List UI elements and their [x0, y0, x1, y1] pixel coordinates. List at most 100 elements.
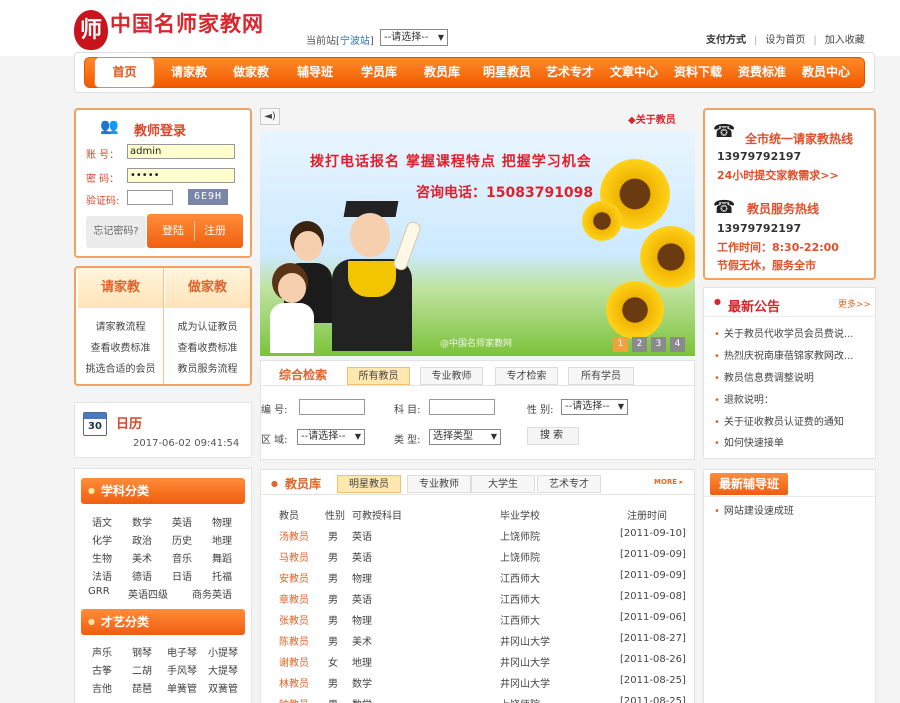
list-item[interactable]: 查看收费标准 [165, 339, 250, 354]
about-teachers-link[interactable]: ◆关于教员 [628, 111, 676, 126]
category-item[interactable]: 单簧管 [167, 680, 197, 695]
category-item[interactable]: 物理 [212, 514, 232, 529]
hotline-number-1[interactable]: 13979792197 [717, 150, 801, 163]
hotline-submit-link[interactable]: 24小时提交家教需求>> [717, 167, 839, 183]
search-button[interactable]: 搜索 [527, 427, 579, 445]
category-item[interactable]: 大提琴 [208, 662, 238, 677]
nav-downloads[interactable]: 资料下载 [667, 58, 729, 87]
tab-star-teachers[interactable]: 明星教员 [337, 475, 401, 493]
teacher-name-link[interactable]: 马教员 [279, 549, 309, 564]
category-item[interactable]: 日语 [172, 568, 192, 583]
payment-link[interactable]: 支付方式 [706, 35, 746, 46]
category-item[interactable]: 化学 [92, 532, 112, 547]
notice-item[interactable]: 退款说明： [714, 391, 864, 406]
notice-item[interactable]: 教员信息费调整说明 [714, 369, 864, 384]
type-select[interactable]: 选择类型 ▼ [429, 429, 501, 445]
more-link[interactable]: MORE ▸ [654, 478, 683, 486]
tab-art-talents[interactable]: 艺术专才 [537, 475, 601, 493]
category-item[interactable]: 英语 [172, 514, 192, 529]
category-item[interactable]: 托福 [212, 568, 232, 583]
tab-all-students[interactable]: 所有学员 [568, 367, 634, 385]
nav-teacher-center[interactable]: 教员中心 [795, 58, 857, 87]
hero-banner[interactable]: 拨打电话报名 掌握课程特点 把握学习机会 咨询电话：15083791098 @中… [260, 131, 695, 356]
nav-star-teachers[interactable]: 明星教员 [476, 58, 538, 87]
category-item[interactable]: 手风琴 [167, 662, 197, 677]
category-item[interactable]: 数学 [132, 514, 152, 529]
login-button[interactable]: 登陆 [162, 214, 184, 248]
site-logo[interactable]: 师 中国名师家教网 [72, 6, 272, 50]
tab-professional-teachers[interactable]: 专业教师 [407, 475, 471, 493]
notice-more-link[interactable]: 更多>> [838, 297, 871, 310]
banner-page-1[interactable]: 1 [613, 337, 628, 352]
list-item[interactable]: 挑选合适的会员 [78, 360, 163, 375]
teacher-name-link[interactable]: 钟教员 [279, 696, 309, 703]
category-item[interactable]: 小提琴 [208, 644, 238, 659]
nav-student-db[interactable]: 学员库 [353, 58, 405, 87]
category-item[interactable]: 二胡 [132, 662, 152, 677]
notice-item[interactable]: 热烈庆祝南康蓓锦家教网改... [714, 347, 864, 362]
teacher-name-link[interactable]: 谢教员 [279, 654, 309, 669]
category-item[interactable]: 舞蹈 [212, 550, 232, 565]
notice-item[interactable]: 如何快速接单 [714, 434, 864, 449]
hotline-number-2[interactable]: 13979792197 [717, 222, 801, 235]
nav-home[interactable]: 首页 [94, 57, 155, 88]
banner-page-3[interactable]: 3 [651, 337, 666, 352]
nav-request-tutor[interactable]: 请家教 [163, 58, 215, 87]
category-item[interactable]: 古筝 [92, 662, 112, 677]
list-item[interactable]: 成为认证教员 [165, 318, 250, 333]
category-item[interactable]: 琵琶 [132, 680, 152, 695]
forgot-password-link[interactable]: 忘记密码? [86, 216, 146, 248]
account-input[interactable]: admin [127, 144, 235, 159]
set-homepage-link[interactable]: 设为首页 [765, 35, 805, 46]
notice-item[interactable]: 关于征收教员认证费的通知 [714, 413, 864, 428]
category-item[interactable]: 德语 [132, 568, 152, 583]
tab-professional[interactable]: 专业教师 [420, 367, 483, 385]
captcha-input[interactable] [127, 190, 173, 205]
subject-input[interactable] [429, 399, 495, 415]
category-item[interactable]: 法语 [92, 568, 112, 583]
category-item[interactable]: 生物 [92, 550, 112, 565]
list-item[interactable]: 请家教流程 [78, 318, 163, 333]
category-item[interactable]: 双簧管 [208, 680, 238, 695]
banner-page-4[interactable]: 4 [670, 337, 685, 352]
category-item[interactable]: 商务英语 [192, 586, 232, 601]
speaker-icon[interactable]: ◄) [260, 108, 280, 125]
password-input[interactable]: ••••• [127, 168, 235, 183]
list-item[interactable]: 查看收费标准 [78, 339, 163, 354]
teacher-name-link[interactable]: 章教员 [279, 591, 309, 606]
number-input[interactable] [299, 399, 365, 415]
area-select[interactable]: --请选择-- ▼ [297, 429, 365, 445]
tab-all-teachers[interactable]: 所有教员 [347, 367, 410, 385]
bookmark-link[interactable]: 加入收藏 [825, 35, 865, 46]
category-item[interactable]: 语文 [92, 514, 112, 529]
nav-art-talent[interactable]: 艺术专才 [541, 58, 599, 87]
register-button[interactable]: 注册 [204, 214, 226, 248]
category-item[interactable]: 历史 [172, 532, 192, 547]
tab-talent-search[interactable]: 专才检索 [495, 367, 558, 385]
category-item[interactable]: 吉他 [92, 680, 112, 695]
category-item[interactable]: 钢琴 [132, 644, 152, 659]
nav-fees[interactable]: 资费标准 [731, 58, 793, 87]
category-item[interactable]: 政治 [132, 532, 152, 547]
gender-select[interactable]: --请选择-- ▼ [561, 399, 628, 415]
teacher-name-link[interactable]: 汤教员 [279, 528, 309, 543]
banner-page-2[interactable]: 2 [632, 337, 647, 352]
teacher-name-link[interactable]: 林教员 [279, 675, 309, 690]
category-item[interactable]: 声乐 [92, 644, 112, 659]
station-city[interactable]: 宁波站 [340, 36, 370, 47]
teacher-name-link[interactable]: 安教员 [279, 570, 309, 585]
teacher-name-link[interactable]: 陈教员 [279, 633, 309, 648]
tab-college-students[interactable]: 大学生 [471, 475, 535, 493]
nav-articles[interactable]: 文章中心 [603, 58, 665, 87]
nav-be-tutor[interactable]: 做家教 [225, 58, 277, 87]
category-item[interactable]: 电子琴 [167, 644, 197, 659]
category-item[interactable]: 美术 [132, 550, 152, 565]
tutoring-item[interactable]: 网站建设速成班 [714, 502, 794, 517]
category-item[interactable]: 英语四级 [128, 586, 168, 601]
category-item[interactable]: 音乐 [172, 550, 192, 565]
list-item[interactable]: 教员服务流程 [165, 360, 250, 375]
category-item[interactable]: GRR [88, 586, 110, 597]
notice-item[interactable]: 关于教员代收学员会员费说... [714, 325, 864, 340]
teacher-name-link[interactable]: 张教员 [279, 612, 309, 627]
station-select[interactable]: --请选择-- ▼ [380, 29, 448, 46]
